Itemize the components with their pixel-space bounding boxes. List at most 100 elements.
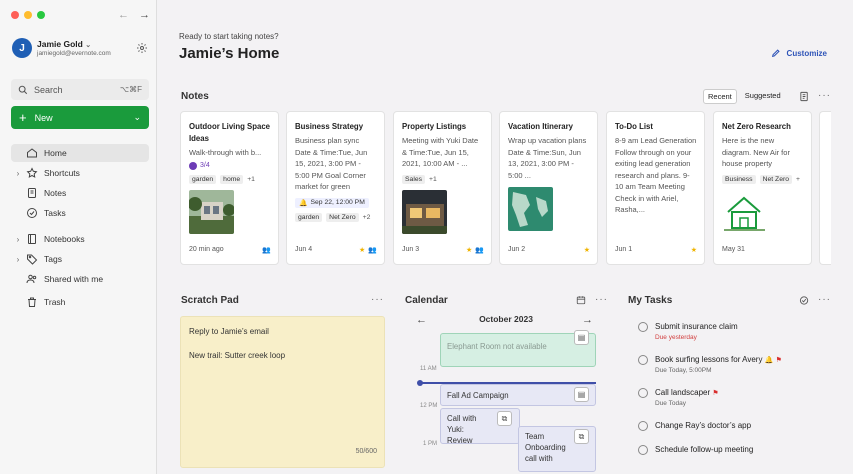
task-checkbox[interactable] (638, 355, 648, 365)
minimize-window-button[interactable] (24, 11, 32, 19)
task-checkbox[interactable] (638, 322, 648, 332)
note-card[interactable]: Outdoor Living Space Ideas Walk-through … (180, 111, 279, 265)
sidebar-item-notebooks[interactable]: › Notebooks (11, 230, 149, 248)
close-window-button[interactable] (11, 11, 19, 19)
task-item[interactable]: Change Ray’s doctor’s app (638, 420, 838, 446)
new-button[interactable]: + New ⌄ (11, 106, 149, 129)
notes-section-title: Notes (181, 91, 209, 102)
task-title: Call landscaper ⚑ (655, 388, 719, 397)
notes-more-icon[interactable]: ··· (818, 90, 831, 101)
task-title: Change Ray’s doctor’s app (655, 421, 752, 430)
note-card[interactable]: Business Strategy Business plan sync Dat… (286, 111, 385, 265)
calendar-title: Calendar (405, 295, 448, 306)
sidebar-item-tags[interactable]: › Tags (11, 250, 149, 268)
task-item[interactable]: Schedule follow-up meeting (638, 444, 838, 470)
calendar-event[interactable]: Fall Ad Campaign (440, 384, 596, 406)
gear-icon[interactable] (136, 42, 148, 54)
task-checkbox[interactable] (638, 388, 648, 398)
expand-arrow-icon[interactable]: › (11, 235, 25, 244)
shared-icon: 👥 (262, 247, 271, 254)
sidebar-item-trash[interactable]: Trash (11, 293, 149, 311)
sidebar-item-shared[interactable]: Shared with me (11, 270, 149, 288)
task-checkbox[interactable] (638, 445, 648, 455)
reminder-badge[interactable]: 🔔 Sep 22, 12:00 PM (295, 197, 369, 208)
expand-arrow-icon[interactable]: › (11, 169, 25, 178)
note-card[interactable]: Net Zero Research Here is the new diagra… (713, 111, 812, 265)
tag-chip[interactable]: Net Zero (326, 212, 359, 222)
tag-chip[interactable]: home (220, 174, 244, 184)
calendar-event[interactable]: Elephant Room not available (440, 333, 596, 367)
customize-button[interactable]: Customize (771, 48, 827, 58)
tasks-more-icon[interactable]: ··· (818, 294, 831, 305)
new-button-label: New (34, 112, 53, 123)
note-snippet: Business plan sync Date & Time:Tue, Jun … (295, 136, 368, 191)
sidebar-item-shortcuts[interactable]: › Shortcuts (11, 164, 149, 182)
tab-suggested[interactable]: Suggested (741, 89, 785, 104)
history-nav: ← → (118, 9, 150, 21)
note-date: May 31 (722, 246, 745, 253)
task-item[interactable]: Book surfing lessons for Avery 🔔 ⚑ Due T… (638, 354, 838, 380)
check-circle-icon (27, 208, 37, 218)
notes-tabs: Recent Suggested (703, 89, 785, 104)
flag-icon: ⚑ (712, 390, 719, 397)
calendar-icon[interactable] (576, 295, 586, 305)
forward-arrow-icon[interactable]: → (139, 9, 150, 21)
task-item[interactable]: Submit insurance claim Due yesterday (638, 321, 838, 347)
bell-icon: 🔔 (299, 199, 308, 207)
plus-icon: + (19, 110, 27, 125)
note-card[interactable]: Property Listings Meeting with Yuki Date… (393, 111, 492, 265)
check-circle-icon (189, 161, 197, 170)
note-icon (28, 188, 36, 198)
bell-icon: 🔔 (764, 357, 774, 364)
time-label: 11 AM (420, 366, 437, 372)
note-title: Business Strategy (295, 122, 364, 131)
note-card[interactable]: To-Do List 8-9 am Lead Generation Follow… (606, 111, 705, 265)
tag-chip[interactable]: garden (295, 212, 323, 222)
note-thumbnail (722, 189, 767, 234)
account-switcher[interactable]: J Jamie Gold ⌄ jamiegold@evernote.com (12, 38, 148, 60)
star-icon: ★ (466, 247, 473, 254)
tag-chip[interactable]: garden (189, 174, 217, 184)
sidebar-item-tasks[interactable]: Tasks (11, 204, 149, 222)
note-snippet: 8-9 am Lead Generation Follow through on… (615, 136, 697, 214)
back-arrow-icon[interactable]: ← (118, 9, 129, 21)
tag-chip[interactable]: Net Zero (759, 174, 793, 184)
sidebar-item-home[interactable]: Home (11, 144, 149, 162)
copy-icon[interactable]: ⧉ (574, 429, 589, 444)
shared-icon: 👥 (475, 247, 484, 254)
tag-chip[interactable]: Business (722, 174, 756, 184)
sidebar-item-notes[interactable]: Notes (11, 184, 149, 202)
expand-arrow-icon[interactable]: › (11, 255, 25, 264)
calendar-more-icon[interactable]: ··· (595, 294, 608, 305)
search-icon (18, 85, 28, 94)
search-input[interactable]: Search ⌥⌘F (11, 79, 149, 100)
more-tags: + (796, 175, 801, 183)
chevron-down-icon[interactable]: ⌄ (133, 112, 141, 123)
star-icon: ★ (583, 247, 590, 254)
task-checkbox[interactable] (638, 421, 648, 431)
star-icon: ★ (359, 247, 366, 254)
task-title: Schedule follow-up meeting (655, 445, 754, 454)
search-shortcut: ⌥⌘F (119, 85, 142, 94)
scratch-more-icon[interactable]: ··· (371, 294, 384, 305)
more-tags: +1 (247, 175, 255, 183)
avatar: J (12, 38, 32, 58)
note-card[interactable]: Vacation Itinerary Wrap up vacation plan… (499, 111, 598, 265)
scratch-pad-editor[interactable]: Reply to Jamie’s email New trail: Sutter… (180, 316, 385, 468)
zoom-window-button[interactable] (37, 11, 45, 19)
tag-chip[interactable]: Sales (402, 174, 426, 184)
note-thumbnail (188, 189, 235, 234)
add-task-icon[interactable] (799, 295, 810, 306)
new-note-icon[interactable] (799, 91, 810, 102)
note-link-icon[interactable]: ▤ (574, 330, 589, 345)
next-month-arrow-icon[interactable]: → (582, 314, 593, 326)
more-tags: +2 (362, 213, 371, 221)
tab-recent[interactable]: Recent (703, 89, 737, 104)
pencil-icon (771, 49, 780, 58)
sidebar-item-label: Shortcuts (44, 168, 80, 178)
tag-list: garden Net Zero +2 (295, 212, 377, 222)
copy-icon[interactable]: ⧉ (497, 411, 512, 426)
note-link-icon[interactable]: ▤ (574, 387, 589, 402)
note-thumbnail (402, 189, 447, 234)
task-item[interactable]: Call landscaper ⚑ Due Today (638, 387, 838, 413)
